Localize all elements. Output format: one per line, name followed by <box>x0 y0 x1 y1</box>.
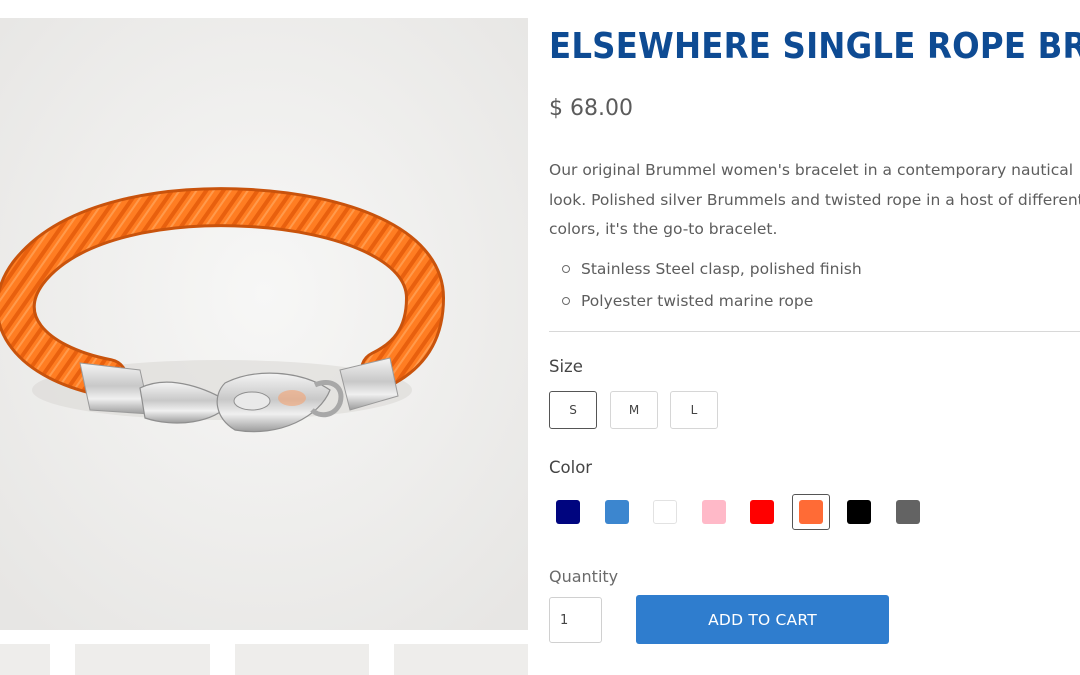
product-main-image[interactable] <box>0 18 528 630</box>
swatch-chip <box>653 500 677 524</box>
product-description: Our original Brummel women's bracelet in… <box>549 161 1080 238</box>
swatch-chip <box>896 500 920 524</box>
bullet-circle-icon <box>562 297 570 305</box>
thumbnail-3[interactable] <box>235 644 369 675</box>
add-to-cart-button[interactable]: ADD TO CART <box>636 595 889 644</box>
bracelet-illustration <box>0 18 528 630</box>
color-swatch-blue[interactable] <box>598 494 636 530</box>
thumbnail-2[interactable] <box>75 644 210 675</box>
quantity-label: Quantity <box>549 567 619 586</box>
size-option-l[interactable]: L <box>670 391 718 429</box>
thumbnail-4[interactable] <box>394 644 528 675</box>
thumbnail-1[interactable] <box>0 644 50 675</box>
swatch-chip <box>605 500 629 524</box>
quantity-input[interactable] <box>549 597 602 643</box>
size-option-m[interactable]: M <box>610 391 658 429</box>
product-title: ELSEWHERE SINGLE ROPE BRACELET <box>549 26 1080 67</box>
feature-item: Polyester twisted marine rope <box>562 288 862 320</box>
color-swatch-grey[interactable] <box>889 494 927 530</box>
color-swatch-navy[interactable] <box>549 494 587 530</box>
color-swatch-red[interactable] <box>743 494 781 530</box>
color-swatch-white[interactable] <box>646 494 684 530</box>
feature-list: Stainless Steel clasp, polished finish P… <box>562 256 862 320</box>
size-label: Size <box>549 357 583 376</box>
product-price: $ 68.00 <box>549 96 633 121</box>
color-swatch-pink[interactable] <box>695 494 733 530</box>
swatch-chip <box>750 500 774 524</box>
divider <box>549 331 1080 332</box>
feature-text: Polyester twisted marine rope <box>581 292 814 310</box>
color-label: Color <box>549 458 593 477</box>
product-page: ELSEWHERE SINGLE ROPE BRACELET $ 68.00 O… <box>0 0 1080 675</box>
color-swatch-orange[interactable] <box>792 494 830 530</box>
swatch-chip <box>847 500 871 524</box>
color-swatch-black[interactable] <box>840 494 878 530</box>
feature-text: Stainless Steel clasp, polished finish <box>581 260 862 278</box>
bullet-circle-icon <box>562 265 570 273</box>
swatch-chip <box>799 500 823 524</box>
feature-item: Stainless Steel clasp, polished finish <box>562 256 862 288</box>
swatch-chip <box>702 500 726 524</box>
size-option-s[interactable]: S <box>549 391 597 429</box>
swatch-chip <box>556 500 580 524</box>
